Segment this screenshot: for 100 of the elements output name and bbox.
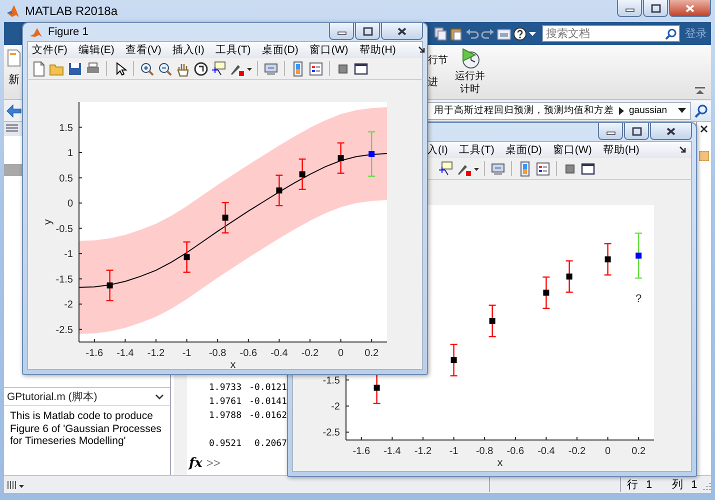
search-icon [694,104,708,118]
function-button[interactable]: fx [189,456,202,470]
window-icon[interactable] [353,60,369,76]
close-icon[interactable] [700,125,708,133]
data-cursor-icon[interactable] [438,160,454,176]
legend-icon[interactable] [535,160,551,176]
paste-icon[interactable] [449,26,463,40]
window-icon[interactable] [580,160,596,176]
close-icon[interactable] [397,26,407,36]
ribbon-label: 新 [8,72,20,87]
column-number: 1 [691,478,698,490]
output-value: 1.9733 [209,382,243,395]
menu-item[interactable]: 帮助(H) [602,143,640,157]
list-icon[interactable] [6,124,18,134]
menu-item[interactable]: 工具(T) [458,143,494,157]
minimize-button[interactable] [617,0,642,17]
error-bar [488,304,496,338]
menu-item[interactable]: 窗口(W) [309,43,348,57]
tick-label: 0.2 [364,348,379,359]
dock-arrow-icon[interactable] [418,46,426,54]
line-label: 行 [627,478,638,492]
zoom-in-icon[interactable] [139,60,155,76]
help-icon[interactable] [513,26,527,40]
tick-label: -2.5 [322,428,340,439]
tick-label: -0.2 [301,348,319,359]
tick-label: -0.5 [56,224,73,235]
path-segment[interactable]: gaussian [629,105,668,116]
tick-label: -0.8 [476,446,494,457]
close-button[interactable] [669,0,711,17]
data-cursor-icon[interactable] [211,60,227,76]
undo-icon[interactable] [465,26,479,40]
tick-label: -2 [331,402,340,413]
legend-icon[interactable] [308,60,324,76]
close-button[interactable] [381,23,423,40]
dock-arrow-icon[interactable] [679,146,687,154]
tick-label: -1.2 [147,348,165,359]
tick-label: 1.5 [59,122,73,134]
ribbon-label: 进 [428,76,439,89]
error-bar [566,260,573,293]
zoom-out-icon[interactable] [157,60,173,76]
menu-item[interactable]: 工具(T) [215,43,251,57]
menu-item[interactable]: 帮助(H) [359,43,396,57]
error-bar [222,202,229,234]
tick-label: -1.5 [322,375,340,386]
maximize-button[interactable] [355,23,380,40]
file-name: GPtutorial.m (脚本) [7,390,98,404]
back-arrow-icon[interactable] [6,104,22,118]
figure-icon [29,26,43,38]
collapse-icon[interactable] [695,87,705,95]
output-value: 0.9521 [209,438,243,451]
menu-item[interactable]: 入(I) [427,143,448,157]
file-description: This is Matlab code to produce Figure 6 of 'Gaussian Processes for Timeseries Modelling' [9,409,162,448]
output-value: -0.0121 [248,382,287,395]
tick-label: 0 [338,348,344,359]
command-prompt[interactable]: >> [206,456,220,470]
menu-item[interactable]: 插入(I) [172,43,204,57]
tick-label: -0.8 [208,348,226,359]
output-value: -0.0141 [248,396,287,409]
maximize-icon[interactable] [650,4,660,12]
menu-item[interactable]: 文件(F) [32,43,68,57]
matlab-logo-icon [6,4,20,18]
tick-label: -0.4 [270,348,288,359]
menu-item[interactable]: 查看(V) [125,43,162,57]
menu-item[interactable]: 桌面(D) [262,43,298,57]
tick-label: -0.2 [568,446,586,457]
output-value: 0.2067 [253,438,287,451]
menu-item[interactable]: 窗口(W) [552,143,592,157]
maximize-button[interactable] [624,123,649,140]
rotate-icon[interactable] [193,60,209,76]
redo-icon[interactable] [481,26,495,40]
switch-windows-icon[interactable] [497,26,511,40]
maximize-icon[interactable] [362,26,372,36]
ribbon-label: 行节 [428,54,448,67]
line-number: 1 [646,478,652,490]
dropdown-caret-icon[interactable] [678,108,686,113]
close-button[interactable] [650,123,692,140]
close-icon[interactable] [666,126,676,136]
error-bar [183,241,190,273]
chevron-right-icon [619,106,624,114]
menu-item[interactable]: 桌面(D) [505,143,542,157]
panel-layout-icon[interactable] [7,480,25,490]
window-title: MATLAB R2018a [25,4,118,18]
path-segment[interactable]: 用于高斯过程回归预测，预测均值和方差 [434,104,614,117]
search-field[interactable]: 搜索文档 [542,25,680,42]
tick-label: -1.6 [86,348,104,359]
run-and-time-button[interactable]: 运行并计时 [450,46,490,99]
new-file-icon[interactable] [31,60,47,76]
copy-icon[interactable] [433,26,447,40]
annotation-text: ? [636,293,642,306]
search-button[interactable] [691,100,711,120]
error-bar [542,276,550,309]
chevron-down-icon[interactable] [155,394,164,400]
menu-item[interactable]: 编辑(E) [78,43,114,57]
address-field[interactable]: 用于高斯过程回归预测，预测均值和方差 gaussian [425,102,691,120]
maximize-button[interactable] [643,0,668,17]
maximize-icon[interactable] [632,126,642,136]
minimize-button[interactable] [598,123,623,140]
save-icon[interactable] [67,60,83,76]
tick-label: -0.4 [538,446,555,457]
minimize-button[interactable] [329,23,354,40]
